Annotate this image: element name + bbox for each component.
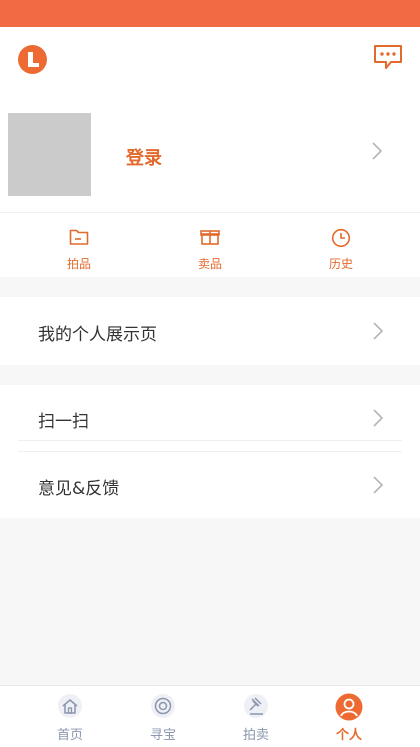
chevron-right-icon xyxy=(373,322,384,340)
tab-home[interactable]: 首页 xyxy=(35,686,105,747)
user-icon xyxy=(335,693,363,721)
chevron-right-icon xyxy=(372,142,383,160)
divider xyxy=(18,440,402,441)
tab-profile[interactable]: 个人 xyxy=(314,686,384,747)
menu-label-scan: 扫一扫 xyxy=(38,412,89,432)
chevron-right-icon xyxy=(373,409,384,427)
menu-group-tools: 扫一扫 意见&反馈 xyxy=(0,385,420,518)
tab-auction[interactable]: 拍卖 xyxy=(221,686,291,747)
menu-item-scan[interactable]: 扫一扫 xyxy=(0,385,420,451)
quick-label-auction-lots: 拍品 xyxy=(66,257,91,271)
clock-icon xyxy=(331,228,351,248)
menu-item-showcase[interactable]: 我的个人展示页 xyxy=(0,297,420,365)
menu-label-showcase: 我的个人展示页 xyxy=(38,325,157,345)
avatar[interactable] xyxy=(8,113,91,196)
menu-item-feedback[interactable]: 意见&反馈 xyxy=(0,452,420,518)
tab-treasure[interactable]: 寻宝 xyxy=(128,686,198,747)
tab-label-auction: 拍卖 xyxy=(242,728,269,743)
home-icon xyxy=(58,694,82,718)
quick-item-sale-items[interactable]: 卖品 xyxy=(170,213,250,278)
gavel-icon xyxy=(244,694,268,718)
folder-icon xyxy=(69,229,89,245)
quick-actions: 拍品 卖品 历史 xyxy=(0,212,420,277)
menu-label-feedback: 意见&反馈 xyxy=(38,479,120,499)
tab-label-treasure: 寻宝 xyxy=(149,728,176,743)
tab-label-home: 首页 xyxy=(56,728,83,743)
quick-item-history[interactable]: 历史 xyxy=(301,213,381,278)
quick-label-history: 历史 xyxy=(328,257,353,271)
quick-label-sale-items: 卖品 xyxy=(197,257,222,271)
target-icon xyxy=(151,694,175,718)
tab-label-profile: 个人 xyxy=(335,728,362,743)
profile-login-row[interactable]: 登录 xyxy=(0,92,420,212)
chat-bubble-icon[interactable] xyxy=(372,43,404,71)
chevron-right-icon xyxy=(373,476,384,494)
quick-item-auction-lots[interactable]: 拍品 xyxy=(39,213,119,278)
gift-box-icon xyxy=(200,230,220,245)
bottom-tab-bar: 首页 寻宝 拍卖 个人 xyxy=(0,685,420,747)
status-bar xyxy=(0,0,420,27)
top-header xyxy=(0,27,420,92)
app-logo-icon xyxy=(18,45,47,74)
login-label[interactable]: 登录 xyxy=(126,144,162,170)
